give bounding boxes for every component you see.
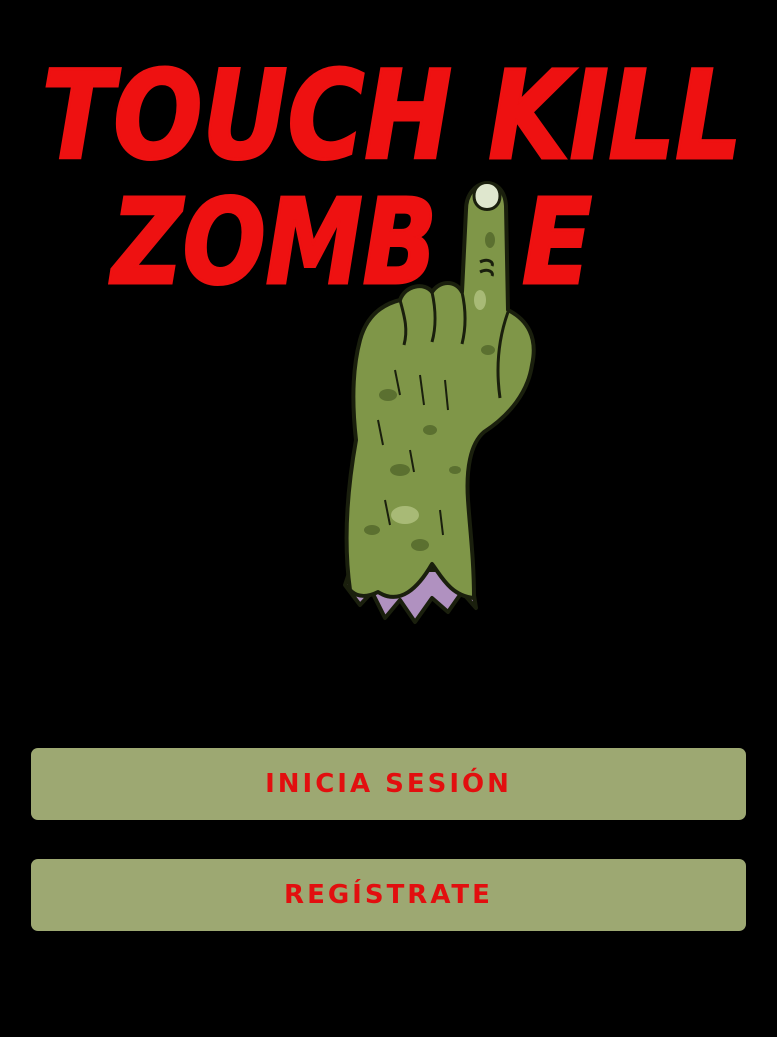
logo-title-line2-end: E xyxy=(522,173,592,311)
logo-graphic: TOUCH KILL ZOMB E xyxy=(41,44,744,624)
login-button[interactable]: INICIA SESIÓN xyxy=(31,748,746,820)
register-button[interactable]: REGÍSTRATE xyxy=(31,859,746,931)
logo-title-line2: ZOMB xyxy=(109,173,437,311)
app-logo: TOUCH KILL ZOMB E xyxy=(0,0,777,700)
logo-title-line1: TOUCH KILL xyxy=(42,45,742,187)
